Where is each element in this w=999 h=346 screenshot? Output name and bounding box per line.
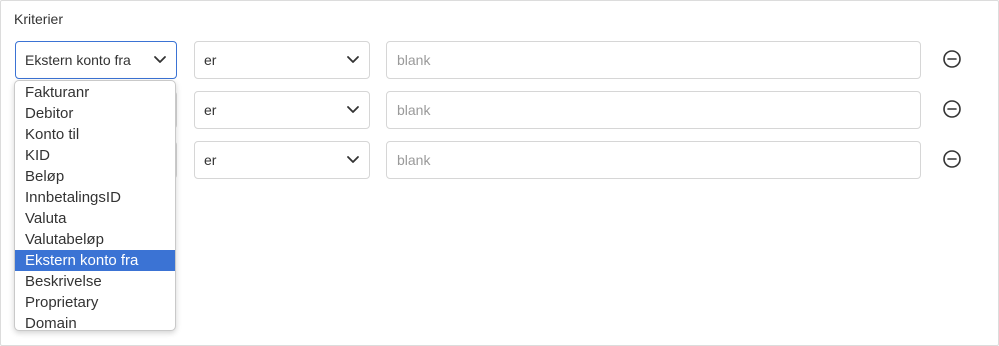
operator-select-value: er [204,102,217,118]
dropdown-option[interactable]: Valuta [15,208,175,229]
field-select-row-1[interactable]: Ekstern konto fra [15,41,177,79]
operator-select-value: er [204,52,217,68]
dropdown-option[interactable]: Konto til [15,124,175,145]
dropdown-option[interactable]: KID [15,145,175,166]
operator-select-row-3[interactable]: er [194,141,370,179]
chevron-down-icon [347,156,359,163]
value-input-row-1[interactable]: blank [386,41,921,79]
value-input-row-2[interactable]: blank [386,91,921,129]
dropdown-option[interactable]: Proprietary [15,292,175,313]
dropdown-option[interactable]: Fakturanr [15,82,175,103]
dropdown-option[interactable]: Beskrivelse [15,271,175,292]
value-input-placeholder: blank [397,102,431,118]
dropdown-option[interactable]: InnbetalingsID [15,187,175,208]
value-input-row-3[interactable]: blank [386,141,921,179]
dropdown-option[interactable]: Valutabeløp [15,229,175,250]
minus-circle-icon[interactable] [942,149,962,169]
field-dropdown-list: Fakturanr Debitor Konto til KID Beløp In… [14,80,176,331]
operator-select-value: er [204,152,217,168]
chevron-down-icon [347,56,359,63]
value-input-placeholder: blank [397,52,431,68]
chevron-down-icon [154,56,166,63]
criteria-panel: Kriterier Ekstern konto fra er blank er … [0,0,999,346]
dropdown-option[interactable]: Beløp [15,166,175,187]
minus-circle-icon[interactable] [942,99,962,119]
dropdown-option[interactable]: Debitor [15,103,175,124]
section-title: Kriterier [14,11,64,27]
operator-select-row-1[interactable]: er [194,41,370,79]
operator-select-row-2[interactable]: er [194,91,370,129]
dropdown-option[interactable]: Domain [15,313,175,330]
dropdown-option-selected[interactable]: Ekstern konto fra [15,250,175,271]
field-select-value: Ekstern konto fra [25,52,131,68]
minus-circle-icon[interactable] [942,49,962,69]
chevron-down-icon [347,106,359,113]
value-input-placeholder: blank [397,152,431,168]
